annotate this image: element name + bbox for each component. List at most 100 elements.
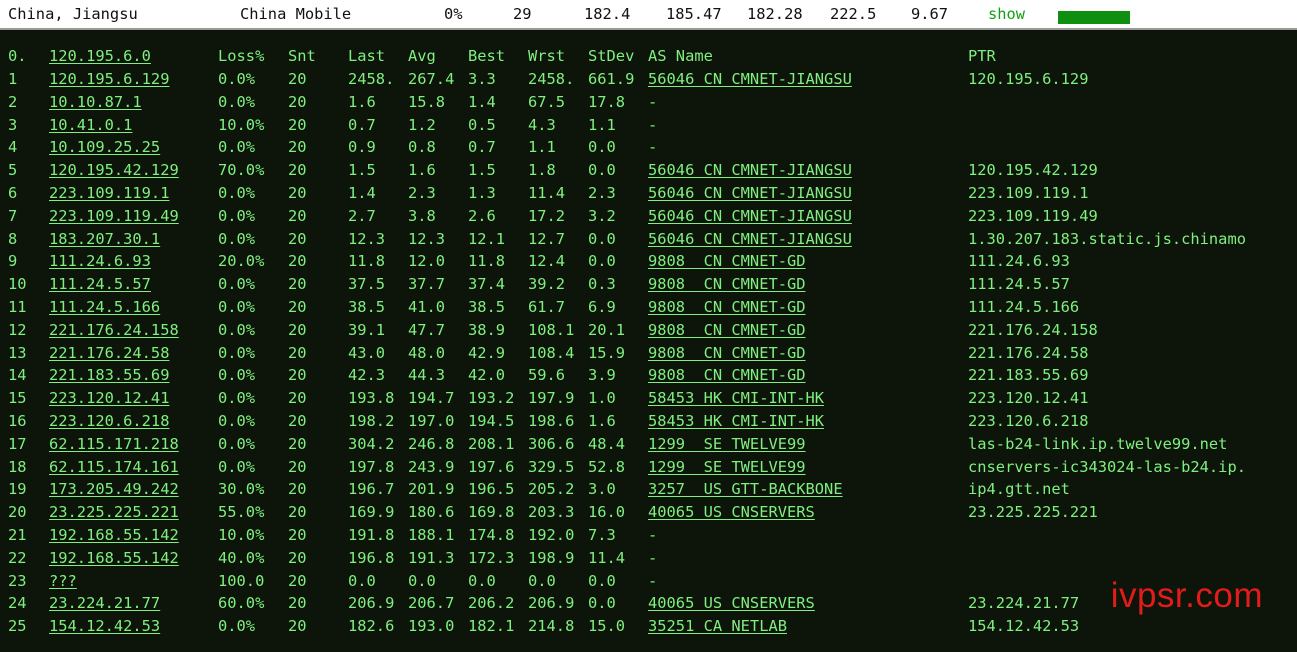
- as-name[interactable]: 3257 US GTT-BACKBONE: [648, 478, 843, 501]
- header-asname: AS Name: [648, 47, 713, 65]
- worst-latency: 214.8: [528, 617, 575, 636]
- stdev-latency: 3.0: [588, 480, 616, 499]
- last-latency: 1.4: [348, 184, 376, 202]
- worst-latency: 206.9: [528, 594, 575, 613]
- as-name[interactable]: 1299 SE TWELVE99: [648, 433, 806, 456]
- as-name[interactable]: 58453 HK CMI-INT-HK: [648, 387, 824, 410]
- best-latency: 1.5: [468, 161, 496, 180]
- as-name[interactable]: 40065 US CNSERVERS: [648, 501, 815, 524]
- table-row: 12 221.176.24.158 0.0% 20 39.1 47.7 38.9 108.1 2…: [0, 319, 1297, 342]
- sent-count: 20: [288, 138, 307, 157]
- host-address[interactable]: 192.168.55.142: [49, 547, 179, 570]
- as-name[interactable]: 56046 CN CMNET-JIANGSU: [648, 159, 852, 182]
- host-address[interactable]: 62.115.171.218: [49, 433, 179, 456]
- as-name[interactable]: 9808 CN CMNET-GD: [648, 364, 806, 387]
- host-address[interactable]: ???: [49, 570, 77, 593]
- host-address[interactable]: 10.10.87.1: [49, 91, 142, 114]
- sent-count: 20: [288, 571, 307, 590]
- host-address[interactable]: 111.24.5.57: [49, 273, 151, 296]
- table-row: 2 10.10.87.1 0.0% 20 1.6 15.8 1.4 67.5 17.8 -: [0, 91, 1297, 114]
- ptr-record: 221.183.55.69: [968, 366, 1089, 385]
- best-latency: 42.9: [468, 343, 506, 362]
- hop-number: 21: [8, 526, 27, 544]
- header-target-host[interactable]: 120.195.6.0: [49, 45, 151, 68]
- host-address[interactable]: 120.195.6.129: [49, 68, 169, 91]
- last-latency: 0.9: [348, 138, 376, 157]
- best-latency: 0.0: [468, 571, 496, 590]
- host-address[interactable]: 223.109.119.1: [49, 182, 169, 205]
- best-latency: 193.2: [468, 389, 515, 408]
- host-address[interactable]: 120.195.42.129: [49, 159, 179, 182]
- as-name[interactable]: 9808 CN CMNET-GD: [648, 342, 806, 365]
- host-address[interactable]: 223.120.12.41: [49, 387, 169, 410]
- summary-provider: China Mobile: [240, 5, 352, 23]
- worst-latency: 1.8: [528, 161, 556, 180]
- as-name[interactable]: 1299 SE TWELVE99: [648, 456, 806, 479]
- last-latency: 43.0: [348, 343, 386, 362]
- avg-latency: 267.4: [408, 70, 455, 88]
- last-latency: 42.3: [348, 366, 386, 385]
- table-row: 16 223.120.6.218 0.0% 20 198.2 197.0 194.5 198.…: [0, 410, 1297, 433]
- stdev-latency: 0.3: [588, 275, 616, 294]
- hop-number: 7: [8, 206, 18, 225]
- stdev-latency: 0.0: [588, 138, 616, 157]
- as-name[interactable]: 56046 CN CMNET-JIANGSU: [648, 205, 852, 228]
- as-name: -: [648, 115, 658, 134]
- host-address[interactable]: 23.224.21.77: [49, 592, 160, 615]
- last-latency: 39.1: [348, 320, 386, 339]
- host-address[interactable]: 192.168.55.142: [49, 524, 179, 547]
- avg-latency: 1.2: [408, 115, 436, 134]
- best-latency: 3.3: [468, 70, 496, 88]
- host-address[interactable]: 111.24.6.93: [49, 250, 151, 273]
- ptr-record: 111.24.6.93: [968, 252, 1070, 271]
- worst-latency: 306.6: [528, 434, 575, 453]
- host-address[interactable]: 223.109.119.49: [49, 205, 179, 228]
- ptr-record: 120.195.6.129: [968, 70, 1089, 88]
- host-address[interactable]: 221.176.24.58: [49, 342, 169, 365]
- host-address[interactable]: 10.41.0.1: [49, 114, 132, 137]
- host-address[interactable]: 183.207.30.1: [49, 228, 160, 251]
- sent-count: 20: [288, 457, 307, 476]
- host-address[interactable]: 62.115.174.161: [49, 456, 179, 479]
- host-address[interactable]: 221.176.24.158: [49, 319, 179, 342]
- as-name[interactable]: 58453 HK CMI-INT-HK: [648, 410, 824, 433]
- summary-avg: 185.47: [666, 5, 722, 23]
- as-name[interactable]: 56046 CN CMNET-JIANGSU: [648, 68, 852, 91]
- stdev-latency: 1.1: [588, 115, 616, 134]
- as-name[interactable]: 9808 CN CMNET-GD: [648, 250, 806, 273]
- avg-latency: 197.0: [408, 412, 455, 430]
- as-name[interactable]: 9808 CN CMNET-GD: [648, 296, 806, 319]
- header-wrst: Wrst: [528, 47, 566, 65]
- host-address[interactable]: 10.109.25.25: [49, 136, 160, 159]
- worst-latency: 1.1: [528, 138, 556, 157]
- as-name[interactable]: 9808 CN CMNET-GD: [648, 273, 806, 296]
- host-address[interactable]: 111.24.5.166: [49, 296, 160, 319]
- avg-latency: 47.7: [408, 320, 446, 339]
- as-name[interactable]: 56046 CN CMNET-JIANGSU: [648, 182, 852, 205]
- sent-count: 20: [288, 526, 307, 544]
- stdev-latency: 3.2: [588, 206, 616, 225]
- table-row: 11 111.24.5.166 0.0% 20 38.5 41.0 38.5 61.7 6.9 9…: [0, 296, 1297, 319]
- host-address[interactable]: 223.120.6.218: [49, 410, 169, 433]
- show-toggle-link[interactable]: show: [988, 4, 1025, 24]
- sent-count: 20: [288, 252, 307, 271]
- host-address[interactable]: 154.12.42.53: [49, 615, 160, 638]
- as-name[interactable]: 9808 CN CMNET-GD: [648, 319, 806, 342]
- stdev-latency: 2.3: [588, 184, 616, 202]
- last-latency: 169.9: [348, 503, 395, 522]
- hop-number: 23: [8, 571, 27, 590]
- best-latency: 174.8: [468, 526, 515, 544]
- host-address[interactable]: 173.205.49.242: [49, 478, 179, 501]
- last-latency: 2458.: [348, 70, 395, 88]
- ptr-record: 221.176.24.58: [968, 343, 1089, 362]
- as-name[interactable]: 56046 CN CMNET-JIANGSU: [648, 228, 852, 251]
- as-name[interactable]: 35251 CA NETLAB: [648, 615, 787, 638]
- stdev-latency: 6.9: [588, 298, 616, 316]
- table-row: 17 62.115.171.218 0.0% 20 304.2 246.8 208.1 306…: [0, 433, 1297, 456]
- best-latency: 37.4: [468, 275, 506, 294]
- avg-latency: 188.1: [408, 526, 455, 544]
- stdev-latency: 16.0: [588, 503, 626, 522]
- host-address[interactable]: 23.225.225.221: [49, 501, 179, 524]
- host-address[interactable]: 221.183.55.69: [49, 364, 169, 387]
- as-name[interactable]: 40065 US CNSERVERS: [648, 592, 815, 615]
